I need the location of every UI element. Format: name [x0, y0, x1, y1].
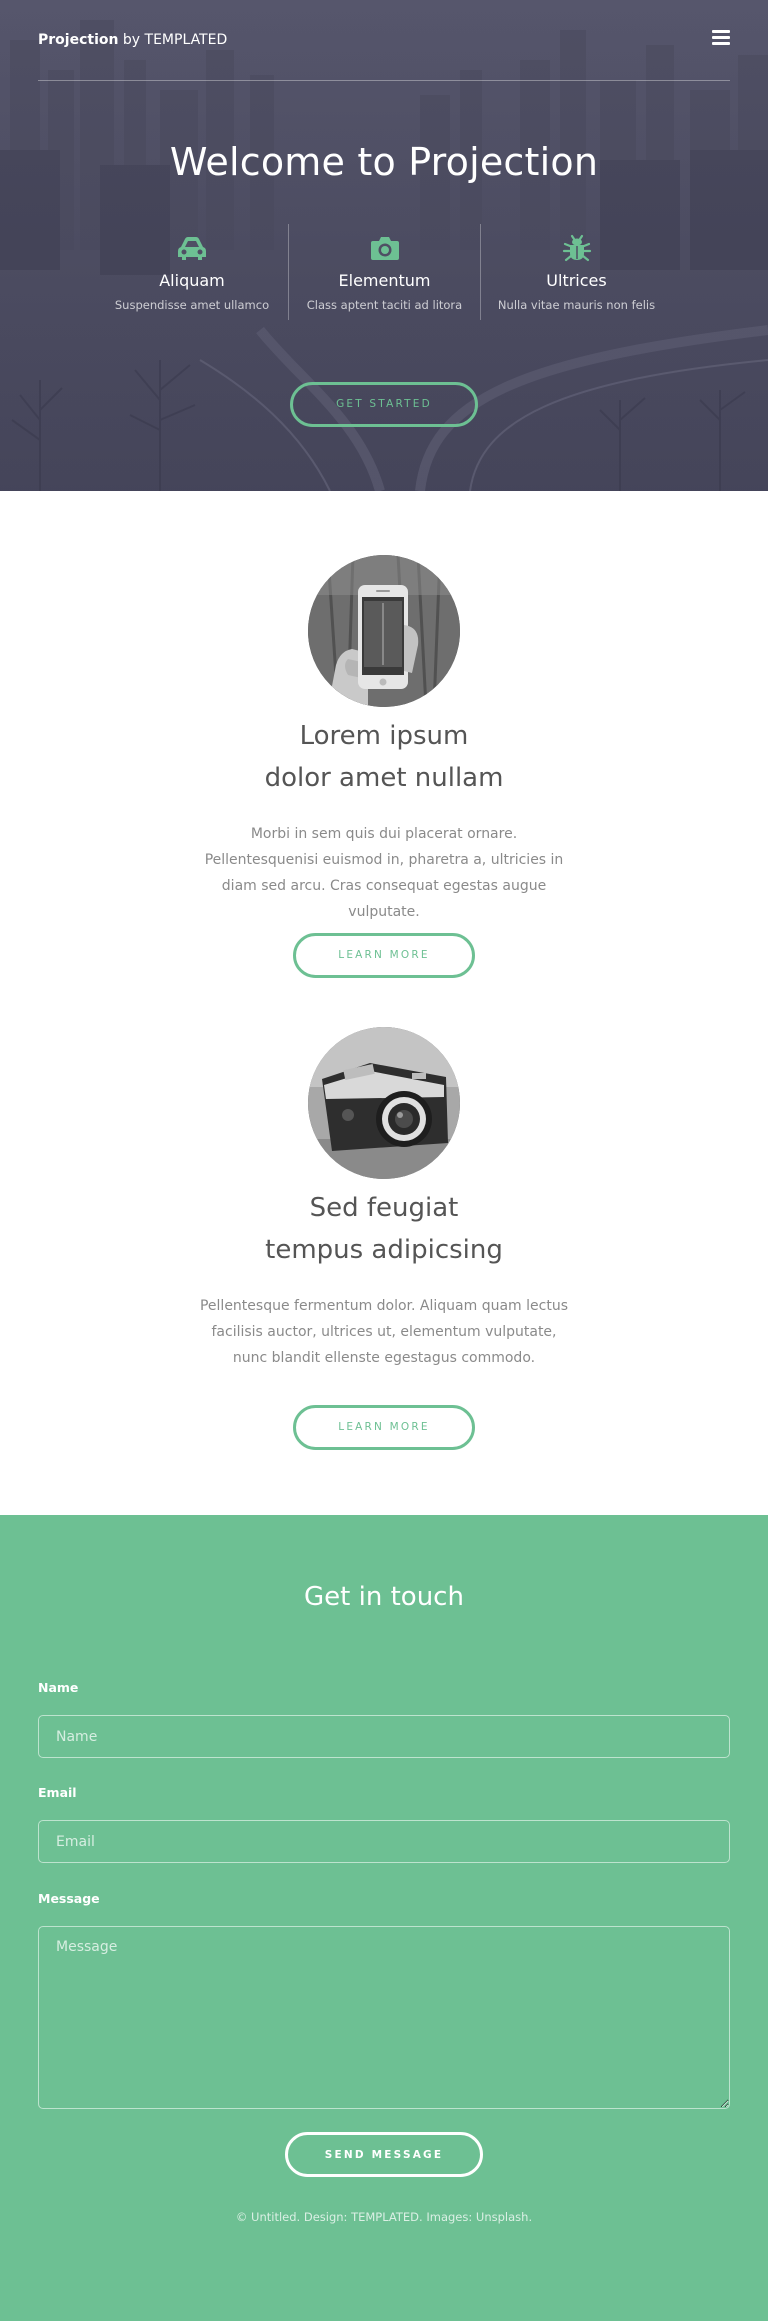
feature-item: Ultrices Nulla vitae mauris non felis	[480, 224, 672, 320]
message-field[interactable]	[38, 1926, 730, 2109]
brand-logo[interactable]: Projection by TEMPLATED	[38, 32, 227, 48]
brand-name: Projection	[38, 32, 119, 48]
learn-more-button[interactable]: LEARN MORE	[293, 933, 475, 978]
camera-icon	[371, 237, 399, 260]
spotlight-item: Lorem ipsum dolor amet nullam Morbi in se…	[0, 555, 768, 995]
send-message-button[interactable]: SEND MESSAGE	[285, 2132, 483, 2177]
banner: Projection by TEMPLATED Welcome to Proje…	[0, 0, 768, 491]
feature-description: Nulla vitae mauris non felis	[497, 298, 656, 312]
spotlight-item: Sed feugiat tempus adipicsing Pellentesqu…	[0, 1027, 768, 1467]
phone-photo	[308, 555, 460, 707]
spotlight-text: Morbi in sem quis dui placerat ornare. P…	[204, 826, 564, 920]
page-title: Welcome to Projection	[169, 140, 599, 184]
feature-item: Aliquam Suspendisse amet ullamco	[96, 224, 288, 320]
brand-byline: by TEMPLATED	[118, 32, 228, 48]
spotlight-title-line: dolor amet nullam	[264, 763, 504, 793]
spotlight-title: Lorem ipsum dolor amet nullam	[0, 715, 768, 799]
message-label: Message	[38, 1891, 100, 1906]
feature-title: Aliquam	[159, 271, 225, 290]
get-started-button[interactable]: GET STARTED	[290, 382, 478, 427]
learn-more-button[interactable]: LEARN MORE	[293, 1405, 475, 1450]
spotlight-title-line: Lorem ipsum	[299, 721, 469, 751]
contact-heading: Get in touch	[304, 1582, 464, 1612]
email-label: Email	[38, 1785, 77, 1800]
top-navigation: Projection by TEMPLATED	[38, 0, 730, 81]
feature-title: Ultrices	[546, 271, 607, 290]
templated-link[interactable]: TEMPLATED	[351, 2210, 419, 2224]
car-icon	[178, 237, 206, 260]
spotlight-title-line: tempus adipicsing	[265, 1235, 503, 1265]
email-field[interactable]	[38, 1820, 730, 1863]
spotlight-title-line: Sed feugiat	[309, 1193, 459, 1223]
feature-title: Elementum	[338, 271, 431, 290]
feature-description: Class aptent taciti ad litora	[306, 298, 463, 312]
camera-photo	[308, 1027, 460, 1179]
copyright-images-prefix: . Images:	[419, 2210, 476, 2224]
bug-icon	[562, 234, 592, 262]
copyright: © Untitled. Design: TEMPLATED. Images: U…	[0, 2210, 768, 2224]
spotlight-text: Pellentesque fermentum dolor. Aliquam qu…	[199, 1298, 568, 1366]
contact-section: Get in touch Name Email Message SEND MES…	[0, 1515, 768, 2321]
name-field[interactable]	[38, 1715, 730, 1758]
name-label: Name	[38, 1680, 79, 1695]
copyright-prefix: © Untitled. Design:	[235, 2210, 352, 2224]
feature-description: Suspendisse amet ullamco	[114, 298, 270, 312]
copyright-suffix: .	[528, 2210, 533, 2224]
unsplash-link[interactable]: Unsplash	[476, 2210, 529, 2224]
hamburger-icon[interactable]	[712, 30, 730, 46]
feature-item: Elementum Class aptent taciti ad litora	[288, 224, 480, 320]
feature-list: Aliquam Suspendisse amet ullamco Element…	[96, 224, 672, 320]
spotlight-title: Sed feugiat tempus adipicsing	[0, 1187, 768, 1271]
